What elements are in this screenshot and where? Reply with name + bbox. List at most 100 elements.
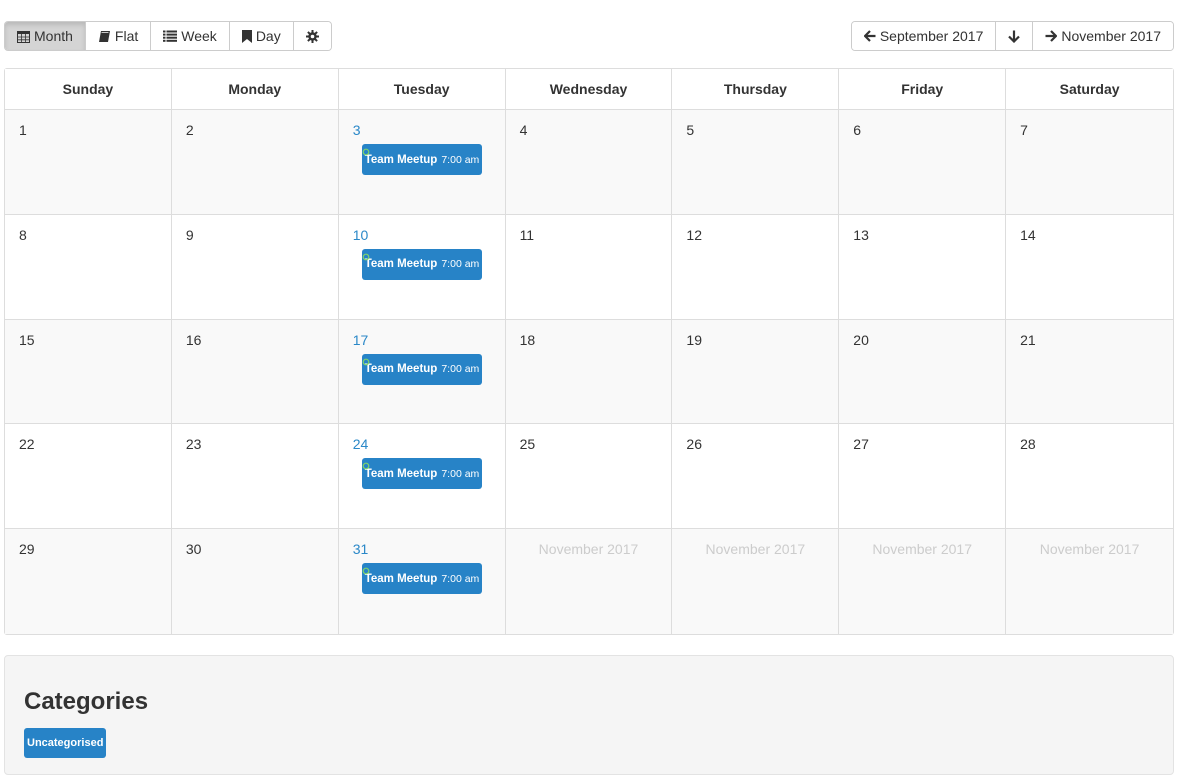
day-cell[interactable]: 30: [171, 529, 339, 634]
month-view-button[interactable]: Month: [5, 22, 86, 50]
arrow-left-icon: [863, 30, 876, 42]
gear-icon: [305, 29, 319, 43]
day-cell[interactable]: 19: [672, 319, 840, 425]
day-cell[interactable]: 3 Team Meetup 7:00 am: [338, 110, 506, 215]
view-switcher: Month Flat Week Day: [4, 21, 332, 51]
day-number-link[interactable]: 24: [353, 436, 369, 452]
week-view-button[interactable]: Week: [151, 22, 230, 50]
day-number: 20: [853, 331, 869, 348]
day-number: 12: [686, 226, 702, 243]
event-title: Team Meetup: [364, 363, 438, 376]
event-team-meetup[interactable]: Team Meetup 7:00 am: [361, 457, 482, 490]
day-cell[interactable]: 23: [171, 424, 339, 530]
day-cell[interactable]: 25: [505, 424, 673, 530]
event-title: Team Meetup: [364, 153, 438, 166]
day-cell[interactable]: November 2017: [1006, 529, 1173, 634]
event-marker-icon: [362, 353, 370, 365]
categories-heading: Categories: [24, 688, 149, 715]
day-number: 6: [853, 122, 862, 138]
day-number: 7: [1020, 122, 1028, 138]
day-cell[interactable]: 7: [1006, 110, 1173, 215]
day-number: 13: [853, 226, 869, 243]
day-number: 14: [1020, 226, 1036, 243]
prev-month-button[interactable]: September 2017: [851, 22, 997, 50]
day-cell[interactable]: 9: [171, 214, 339, 320]
event-marker-icon: [362, 248, 370, 261]
arrow-down-icon: [1008, 30, 1021, 43]
day-cell[interactable]: 29: [5, 529, 172, 634]
next-month-placeholder: November 2017: [1039, 541, 1140, 558]
categories-panel: Categories Uncategorised: [4, 655, 1174, 775]
day-cell[interactable]: 24 Team Meetup 7:00 am: [338, 424, 506, 530]
week-view-label: Week: [181, 28, 217, 44]
day-cell[interactable]: 10 Team Meetup 7:00 am: [338, 214, 506, 320]
day-cell[interactable]: 21: [1006, 319, 1173, 425]
day-number: 11: [519, 226, 535, 243]
next-month-placeholder: November 2017: [705, 541, 806, 558]
day-cell[interactable]: 16: [171, 319, 339, 425]
settings-button[interactable]: [293, 22, 331, 50]
day-cell[interactable]: 12: [672, 214, 840, 320]
event-team-meetup[interactable]: Team Meetup 7:00 am: [361, 353, 482, 385]
event-team-meetup[interactable]: Team Meetup 7:00 am: [361, 562, 482, 595]
day-number: 5: [686, 122, 695, 138]
day-cell[interactable]: 17 Team Meetup 7:00 am: [338, 319, 506, 425]
flat-view-button[interactable]: Flat: [85, 22, 152, 50]
day-cell[interactable]: 13: [839, 214, 1007, 320]
next-month-placeholder: November 2017: [872, 541, 973, 558]
day-cell[interactable]: 1: [5, 110, 172, 215]
bookmark-icon: [241, 29, 252, 43]
month-view-label: Month: [34, 28, 73, 44]
jump-month-button[interactable]: [996, 22, 1034, 50]
next-month-button[interactable]: November 2017: [1033, 22, 1173, 50]
day-number: 30: [185, 541, 202, 558]
day-cell[interactable]: 20: [839, 319, 1007, 425]
event-team-meetup[interactable]: Team Meetup 7:00 am: [361, 144, 482, 175]
day-cell[interactable]: 18: [505, 319, 673, 425]
event-time: 7:00 am: [441, 363, 480, 376]
category-badge-uncategorised[interactable]: Uncategorised: [24, 728, 107, 758]
day-number: 26: [686, 436, 702, 453]
event-title: Team Meetup: [364, 467, 438, 480]
day-number: 29: [19, 541, 35, 558]
day-cell[interactable]: 6: [839, 110, 1007, 215]
weekday-header: Friday: [839, 69, 1007, 110]
day-cell[interactable]: November 2017: [839, 529, 1007, 634]
next-month-placeholder: November 2017: [538, 541, 639, 558]
arrow-right-icon: [1045, 30, 1058, 42]
day-cell[interactable]: 11: [505, 214, 673, 320]
day-number: 16: [185, 331, 202, 348]
day-cell[interactable]: 26: [672, 424, 840, 530]
day-cell[interactable]: 4: [505, 110, 673, 215]
day-number: 25: [519, 436, 536, 453]
day-cell[interactable]: 31 Team Meetup 7:00 am: [338, 529, 506, 634]
day-number: 8: [19, 226, 27, 243]
weekday-header: Monday: [171, 69, 339, 110]
event-time: 7:00 am: [441, 258, 480, 271]
event-marker-icon: [362, 562, 370, 575]
day-cell[interactable]: November 2017: [505, 529, 673, 634]
day-view-button[interactable]: Day: [229, 22, 294, 50]
weekday-header: Saturday: [1006, 69, 1173, 110]
day-cell[interactable]: 8: [5, 214, 172, 320]
calendar-icon: [17, 30, 30, 43]
day-cell[interactable]: 22: [5, 424, 172, 530]
day-cell[interactable]: November 2017: [672, 529, 840, 634]
day-cell[interactable]: 28: [1006, 424, 1173, 530]
day-cell[interactable]: 14: [1006, 215, 1173, 320]
day-number: 21: [1020, 331, 1036, 348]
next-month-label: November 2017: [1061, 28, 1161, 44]
event-team-meetup[interactable]: Team Meetup 7:00 am: [361, 248, 482, 280]
event-time: 7:00 am: [441, 153, 480, 166]
day-cell[interactable]: 27: [839, 424, 1007, 530]
day-number-link[interactable]: 31: [353, 541, 369, 557]
day-number-link[interactable]: 17: [353, 332, 369, 348]
event-marker-icon: [362, 457, 370, 470]
day-cell[interactable]: 5: [672, 110, 840, 215]
day-cell[interactable]: 2: [171, 110, 339, 215]
day-cell[interactable]: 15: [5, 319, 172, 425]
day-number: 1: [19, 122, 27, 138]
day-number-link[interactable]: 10: [353, 227, 369, 243]
day-number-link[interactable]: 3: [353, 122, 361, 138]
day-number: 9: [185, 226, 194, 243]
